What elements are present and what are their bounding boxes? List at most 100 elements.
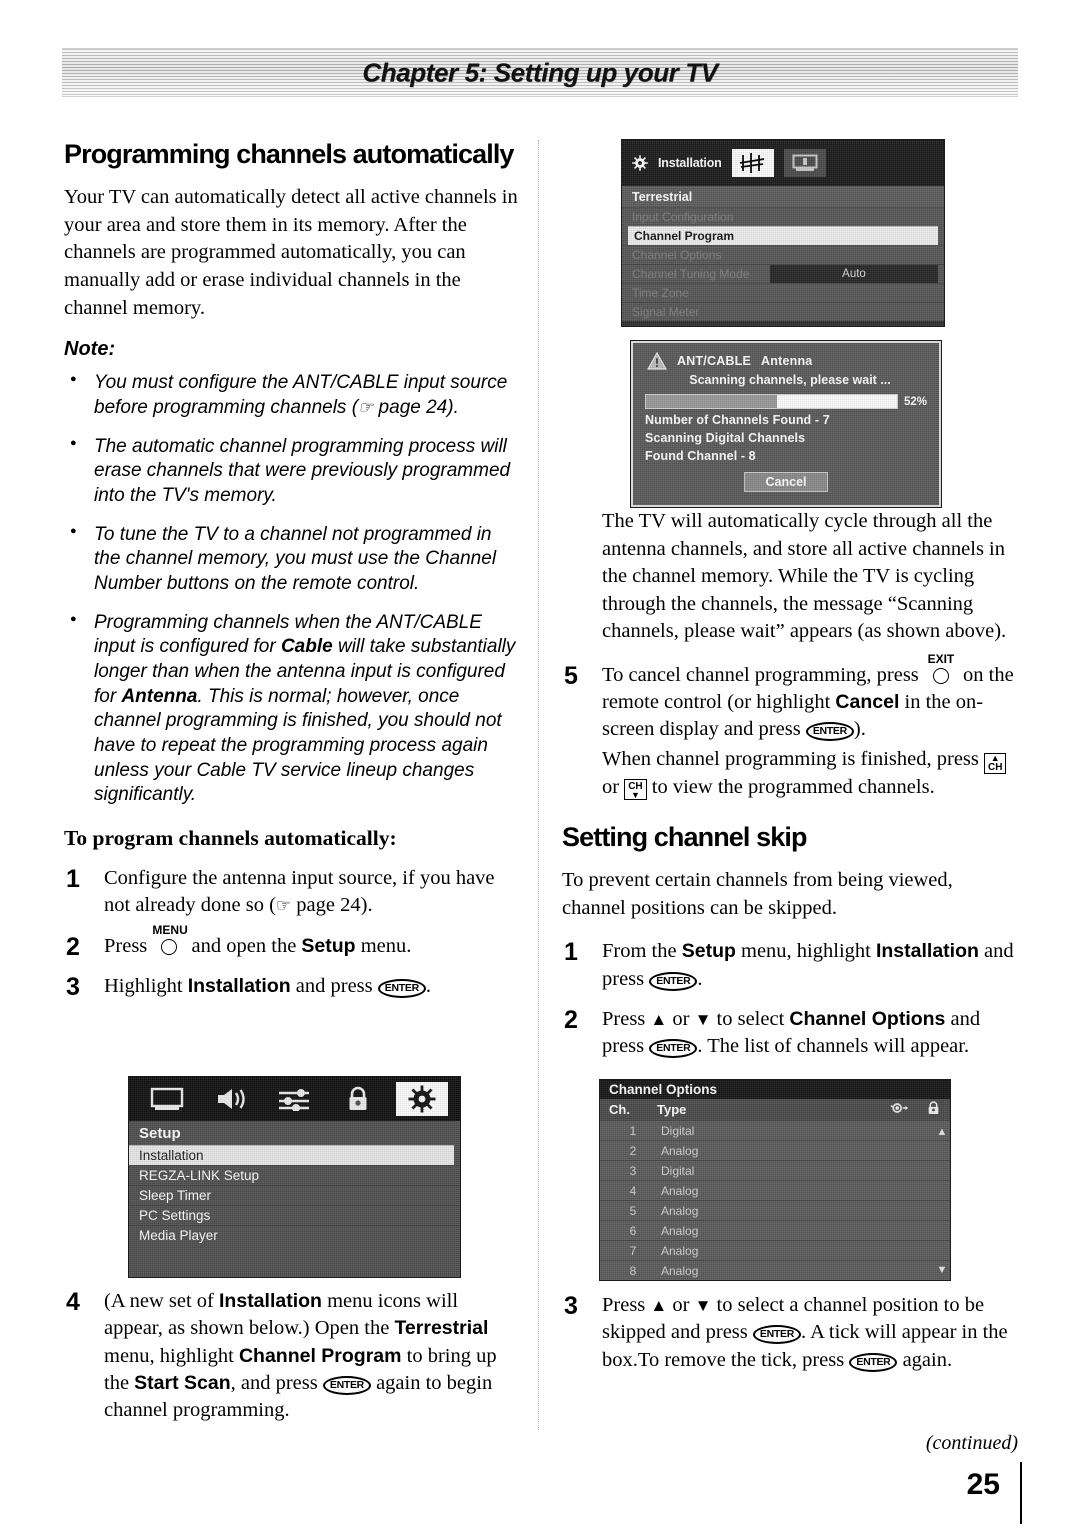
step-text-mid: or — [667, 1294, 695, 1316]
scanning-status-label: Scanning Digital Channels — [645, 431, 806, 445]
column-header-type: Type — [657, 1102, 687, 1117]
step-number: 4 — [66, 1288, 80, 1316]
setup-row-sleep-timer[interactable]: Sleep Timer — [129, 1185, 460, 1205]
install-row-channel-options[interactable]: Channel Options — [622, 245, 944, 264]
install-row-channel-program[interactable]: Channel Program — [628, 226, 938, 245]
step-text: Press — [602, 1007, 651, 1030]
intro-paragraph: Your TV can automatically detect all act… — [64, 186, 518, 319]
cell-type: Analog — [661, 1143, 699, 1158]
setup-row-label: Installation — [139, 1148, 204, 1163]
pointing-hand-icon: ☞ — [358, 397, 374, 417]
step-item-1: 1 Configure the antenna input source, if… — [64, 865, 519, 920]
table-row[interactable]: 5 Analog — [600, 1200, 950, 1220]
antenna-icon — [731, 149, 774, 177]
chapter-banner: Chapter 5: Setting up your TV — [62, 48, 1018, 97]
scan-source-label: ANT/CABLE — [677, 354, 752, 368]
scrollbar[interactable]: ▲ ▼ — [936, 1126, 948, 1276]
cancel-button[interactable]: Cancel — [744, 472, 828, 492]
step-bold-installation: Installation — [219, 1290, 322, 1312]
step-item-4-wrapper: 4 (A new set of Installation menu icons … — [64, 1288, 519, 1437]
step-list-skip: 1 From the Setup menu, highlight Install… — [562, 938, 1017, 1060]
cell-ch: 1 — [629, 1123, 637, 1138]
page-number: 25 — [966, 1468, 1000, 1501]
table-row[interactable]: 2 Analog — [600, 1140, 950, 1160]
table-row[interactable]: 7 Analog — [600, 1240, 950, 1260]
step-text-4: , and press — [230, 1371, 323, 1394]
install-row-input-configuration[interactable]: Input Configuration — [622, 207, 944, 226]
channel-skip-intro: To prevent certain channels from being v… — [562, 869, 953, 919]
install-row-time-zone[interactable]: Time Zone — [622, 283, 944, 302]
note-bold-cable: Cable — [280, 636, 333, 658]
left-column: Programming channels automatically Your … — [64, 140, 519, 1013]
setup-row-regza-link[interactable]: REGZA-LINK Setup — [129, 1165, 460, 1185]
scanning-dialog-screenshot: ANT/CABLE Antenna Scanning channels, ple… — [631, 341, 941, 507]
found-channel-label: Found Channel - 8 — [645, 449, 756, 463]
cell-ch: 2 — [629, 1143, 637, 1158]
step-item-5: 5 To cancel channel programming, press E… — [562, 652, 1017, 801]
step-text-line2-tail: to view the programmed channels. — [646, 775, 935, 798]
step-text: (A new set of — [104, 1290, 220, 1312]
up-arrow-glyph: ▲ — [990, 752, 1000, 763]
cell-type: Digital — [661, 1123, 695, 1138]
channel-down-key-icon: CH ▼ — [624, 778, 647, 800]
note-item: You must configure the ANT/CABLE input s… — [64, 371, 519, 420]
menu-key-icon: MENU — [152, 923, 188, 955]
step-text-tail: . The list of channels will appear. — [697, 1035, 970, 1058]
install-row-signal-meter[interactable]: Signal Meter — [622, 302, 944, 321]
scan-source-row: ANT/CABLE Antenna — [633, 343, 939, 370]
installation-menu-screenshot: Installation Terrestrial Input Configura… — [622, 140, 944, 326]
scroll-down-arrow[interactable]: ▼ — [937, 1264, 948, 1276]
step-text: Press — [104, 934, 153, 957]
progress-percent-label: 52% — [903, 395, 927, 408]
warning-icon — [647, 352, 667, 370]
cell-type: Analog — [661, 1243, 699, 1258]
install-row-label: Time Zone — [632, 286, 689, 300]
step-item-skip-2: 2 Press ▲ or ▼ to select Channel Options… — [562, 1006, 1017, 1061]
channels-found-label: Number of Channels Found - 7 — [645, 413, 830, 427]
step-bold-terrestrial: Terrestrial — [394, 1317, 489, 1340]
step-bold-setup: Setup — [301, 934, 356, 957]
note-text: To tune the TV to a channel not programm… — [94, 523, 497, 594]
page-number-rule — [1020, 1462, 1022, 1524]
enter-key-icon: ENTER — [752, 1325, 801, 1345]
table-row[interactable]: 3 Digital — [600, 1160, 950, 1180]
down-arrow-icon: ▼ — [694, 1296, 712, 1315]
cell-ch: 4 — [629, 1183, 637, 1198]
cell-ch: 3 — [629, 1163, 637, 1178]
table-row[interactable]: 6 Analog — [600, 1220, 950, 1240]
note-item: The automatic channel programming proces… — [64, 435, 519, 509]
note-bold-antenna: Antenna — [121, 685, 198, 707]
scroll-up-arrow[interactable]: ▲ — [937, 1126, 948, 1138]
chapter-title: Chapter 5: Setting up your TV — [362, 57, 718, 87]
down-arrow-icon: ▼ — [694, 1009, 712, 1029]
setup-row-pc-settings[interactable]: PC Settings — [129, 1205, 460, 1225]
gear-icon — [632, 155, 648, 171]
enter-key-icon: ENTER — [377, 978, 426, 998]
subsection-title: To program channels automatically: — [64, 826, 397, 851]
installation-title: Installation — [658, 156, 722, 170]
column-header-ch: Ch. — [609, 1102, 630, 1117]
step-text: To cancel channel programming, press — [602, 663, 924, 686]
exit-key-icon: EXIT — [924, 652, 958, 684]
step-item-skip-1: 1 From the Setup menu, highlight Install… — [562, 938, 1017, 993]
step-text-mid: or — [667, 1007, 695, 1030]
step-text: Highlight — [104, 974, 188, 997]
setup-menu-body: Setup Installation REGZA-LINK Setup Slee… — [129, 1121, 460, 1277]
table-row[interactable]: 8 Analog — [600, 1260, 950, 1280]
scan-progress-row: 52% — [645, 394, 927, 409]
up-arrow-icon: ▲ — [650, 1296, 668, 1315]
setup-row-label: PC Settings — [139, 1208, 211, 1223]
setup-row-installation[interactable]: Installation — [129, 1145, 454, 1165]
install-row-channel-tuning-mode[interactable]: Channel Tuning Mode Auto — [622, 264, 944, 283]
install-row-label: Channel Tuning Mode — [632, 267, 750, 281]
step-text-tail: . — [697, 967, 703, 990]
down-arrow-glyph: ▼ — [630, 789, 640, 800]
note-label: Note: — [64, 338, 116, 361]
picture-icon — [141, 1082, 193, 1116]
table-row[interactable]: 4 Analog — [600, 1180, 950, 1200]
install-row-label: Channel Options — [632, 248, 722, 262]
step-list-program: 1 Configure the antenna input source, if… — [64, 865, 519, 1001]
setup-row-media-player[interactable]: Media Player — [129, 1225, 460, 1245]
table-row[interactable]: 1 Digital — [600, 1120, 950, 1140]
sliders-icon — [268, 1082, 320, 1116]
